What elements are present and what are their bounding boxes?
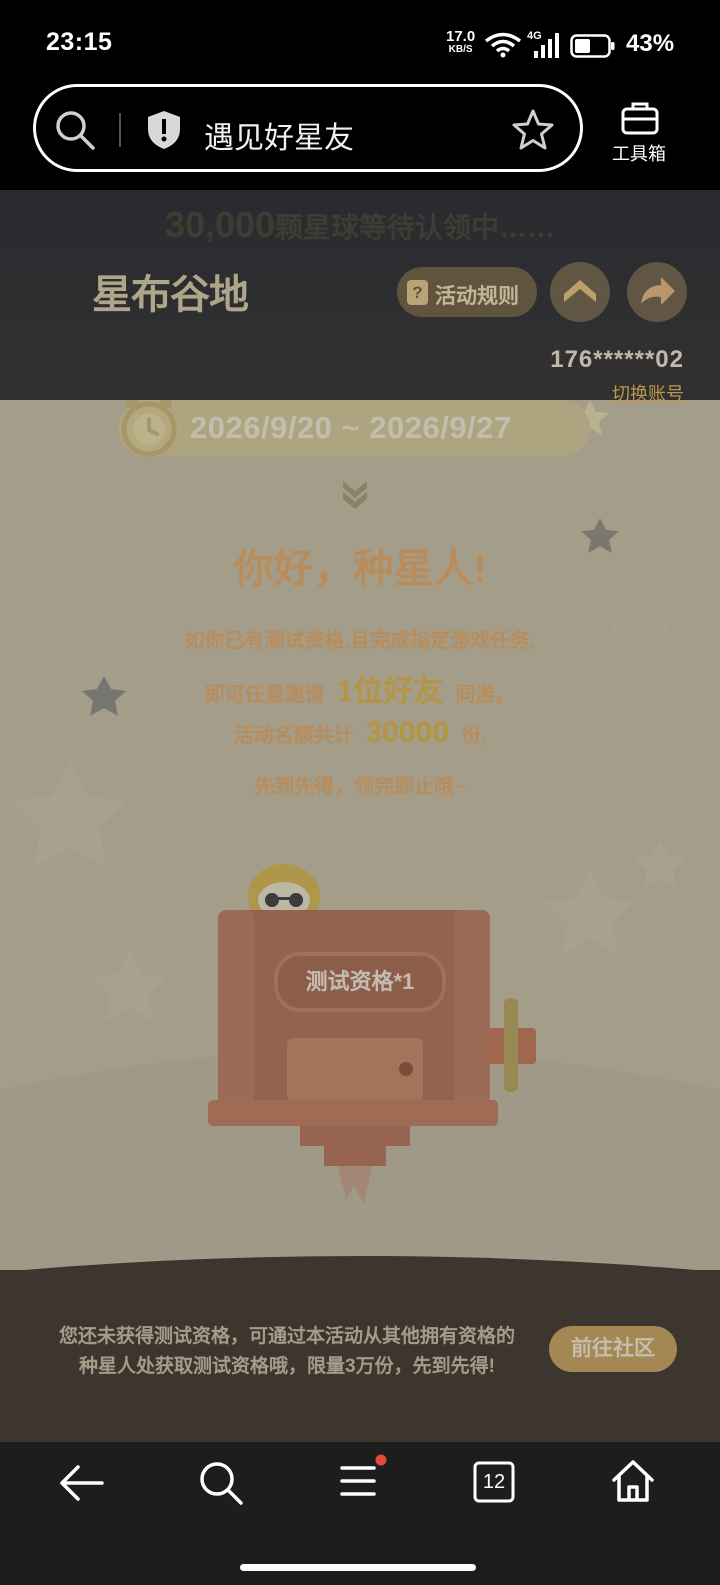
chevron-down-icon xyxy=(343,481,367,509)
line3-prefix: 活动名额共计 xyxy=(233,725,354,747)
activity-tagline: 30,000颗星球等待认领中…… xyxy=(0,204,720,246)
star-bookmark-icon[interactable] xyxy=(511,109,555,151)
notice-line-1: 您还未获得测试资格，可通过本活动从其他拥有资格的 xyxy=(58,1326,515,1347)
net-speed: 17.0 KB/S xyxy=(446,29,475,56)
line2-suffix: 同游。 xyxy=(455,684,516,706)
switch-account-link[interactable]: 切换账号 xyxy=(612,380,684,406)
description-line-2: 即可任意邀请 1位好友 同游。 xyxy=(0,666,720,710)
clock-icon xyxy=(121,400,177,457)
home-chevron-icon xyxy=(564,280,596,302)
menu-icon[interactable] xyxy=(336,1452,388,1504)
activity-page: 30,000颗星球等待认领中…… 星布谷地 ? 活动规则 176******02… xyxy=(0,190,720,1442)
line2-prefix: 即可任意邀请 xyxy=(204,684,325,706)
qualification-notice: 您还未获得测试资格，可通过本活动从其他拥有资格的 种星人处获取测试资格哦，限量3… xyxy=(42,1322,532,1382)
greeting-title: 你好，种星人! xyxy=(233,547,487,591)
qualification-label: 测试资格*1 xyxy=(274,952,446,1012)
machine-illustration xyxy=(208,864,536,1204)
share-icon xyxy=(641,277,675,305)
page-title[interactable]: 遇见好星友 xyxy=(204,113,354,157)
line3-suffix: 份, xyxy=(460,725,487,747)
signal-icon xyxy=(534,33,559,58)
home-button[interactable] xyxy=(550,262,610,322)
tagline-text: 颗星球等待认领中…… xyxy=(275,212,556,243)
address-divider xyxy=(119,113,121,147)
description-line-4: 先到先得，领完即止哦~ xyxy=(254,776,466,798)
account-phone: 176******02 xyxy=(550,346,684,373)
bottom-wave xyxy=(0,1256,720,1290)
question-icon: ? xyxy=(407,280,428,305)
activity-rules-button[interactable]: ? 活动规则 xyxy=(397,267,537,317)
shield-icon[interactable] xyxy=(145,109,183,151)
tab-count[interactable]: 12 xyxy=(475,1463,513,1501)
goto-community-button[interactable]: 前往社区 xyxy=(549,1326,677,1372)
share-button[interactable] xyxy=(627,262,687,322)
home-indicator[interactable] xyxy=(240,1564,476,1571)
search-nav-icon[interactable] xyxy=(198,1460,244,1506)
tagline-number: 30,000 xyxy=(164,204,276,245)
game-logo: 星布谷地 xyxy=(92,273,249,317)
battery-percent: 43% xyxy=(626,30,675,57)
activity-rules-label: 活动规则 xyxy=(435,285,519,308)
notice-line-2: 种星人处获取测试资格哦，限量3万份，先到先得! xyxy=(79,1356,495,1377)
toolbox-icon[interactable] xyxy=(620,100,660,136)
activity-date-range: 2026/9/20 ~ 2026/9/27 xyxy=(190,410,512,445)
search-icon[interactable] xyxy=(54,109,96,151)
address-bar[interactable]: 遇见好星友 xyxy=(33,84,583,172)
net-speed-unit: KB/S xyxy=(448,44,473,55)
invite-count: 1位好友 xyxy=(336,675,444,708)
status-time: 23:15 xyxy=(46,28,113,56)
description-line-3: 活动名额共计 30000 份, xyxy=(0,716,720,750)
toolbox-label[interactable]: 工具箱 xyxy=(612,140,666,166)
status-bar: 23:15 17.0 KB/S 4G 43% xyxy=(0,0,720,88)
browser-toolbar: 遇见好星友 工具箱 xyxy=(0,80,720,190)
description-line-1: 如你已有测试资格,且完成指定游戏任务, xyxy=(184,630,536,652)
home-nav-icon[interactable] xyxy=(610,1458,656,1504)
back-arrow-icon[interactable] xyxy=(58,1462,106,1504)
quota-count: 30000 xyxy=(365,716,449,749)
battery-icon xyxy=(570,34,615,58)
wifi-icon xyxy=(484,32,522,58)
